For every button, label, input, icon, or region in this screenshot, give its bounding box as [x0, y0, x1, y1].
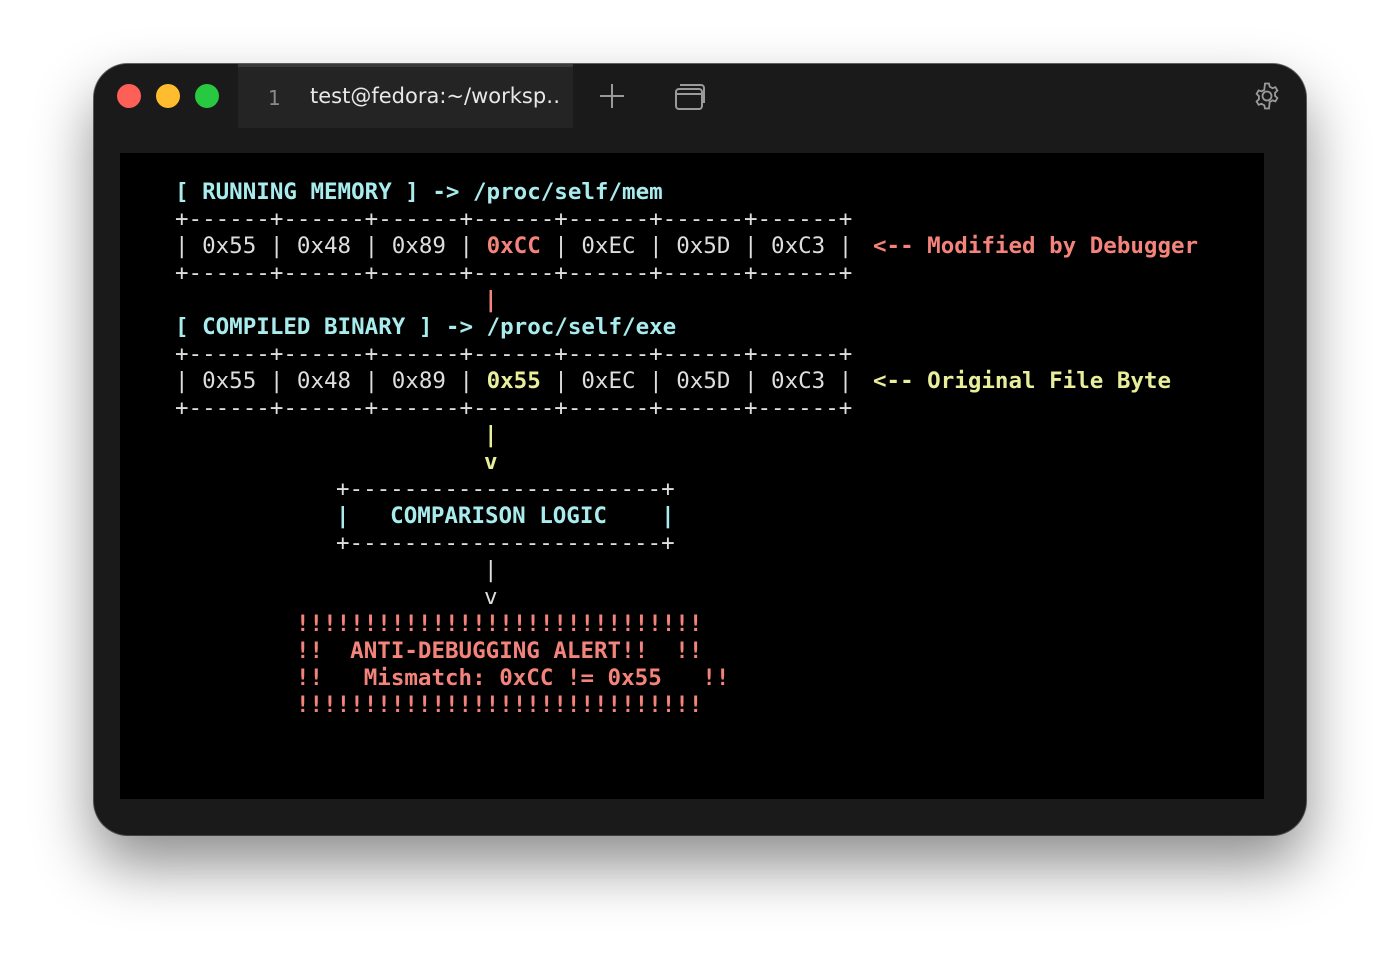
terminal-output[interactable]: [ RUNNING MEMORY ] -> /proc/self/mem +--…: [120, 153, 1264, 799]
binary-bytes-prefix: | 0x55 | 0x48 | 0x89 |: [175, 368, 487, 394]
modified-note: <-- Modified by Debugger: [873, 233, 1199, 259]
original-note: <-- Original File Byte: [873, 368, 1172, 394]
original-byte: 0x55: [486, 368, 541, 394]
logic-border-bottom: +-----------------------+: [336, 530, 675, 556]
zoom-button[interactable]: [195, 84, 219, 108]
tab-title: test@fedora:~/worksp…: [310, 84, 560, 108]
connector-pipe-yellow: |: [484, 422, 498, 448]
connector-pipe-white: |: [484, 557, 498, 583]
connector-pipe-red: |: [484, 287, 498, 313]
memory-border-bottom: +------+------+------+------+------+----…: [175, 260, 853, 286]
memory-border-top: +------+------+------+------+------+----…: [175, 206, 853, 232]
memory-heading: [ RUNNING MEMORY ] -> /proc/self/mem: [175, 179, 663, 205]
connector-arrow-yellow: v: [484, 449, 498, 475]
binary-bytes-row: | 0x55 | 0x48 | 0x89 | 0x55 | 0xEC | 0x5…: [175, 368, 852, 395]
connector-arrow-white: v: [484, 584, 498, 610]
logic-border-top: +-----------------------+: [336, 476, 675, 502]
binary-bytes-suffix: | 0xEC | 0x5D | 0xC3 |: [540, 368, 853, 394]
title-bar: 1 test@fedora:~/worksp…: [94, 64, 1306, 128]
alert-line-3: !! Mismatch: 0xCC != 0x55 !!: [296, 665, 730, 691]
gear-icon[interactable]: [1252, 81, 1282, 111]
memory-bytes-prefix: | 0x55 | 0x48 | 0x89 |: [175, 233, 487, 259]
tab-overview-icon[interactable]: [674, 81, 706, 111]
plus-icon[interactable]: [598, 82, 626, 110]
logic-label: | COMPARISON LOGIC |: [336, 503, 675, 529]
binary-heading: [ COMPILED BINARY ] -> /proc/self/exe: [175, 314, 677, 340]
tab-index: 1: [268, 86, 281, 110]
close-button[interactable]: [117, 84, 141, 108]
minimize-button[interactable]: [156, 84, 180, 108]
memory-bytes-suffix: | 0xEC | 0x5D | 0xC3 |: [540, 233, 853, 259]
alert-line-2: !! ANTI-DEBUGGING ALERT!! !!: [296, 638, 703, 664]
alert-line-1: !!!!!!!!!!!!!!!!!!!!!!!!!!!!!!: [296, 611, 703, 637]
terminal-window: 1 test@fedora:~/worksp… [RUNNING MEMORY…: [94, 64, 1306, 835]
alert-line-4: !!!!!!!!!!!!!!!!!!!!!!!!!!!!!!: [296, 692, 703, 718]
modified-byte: 0xCC: [486, 233, 541, 259]
tab-terminal-1[interactable]: 1 test@fedora:~/worksp…: [238, 64, 573, 128]
binary-border-top: +------+------+------+------+------+----…: [175, 341, 853, 367]
binary-border-bottom: +------+------+------+------+------+----…: [175, 395, 853, 421]
memory-bytes-row: | 0x55 | 0x48 | 0x89 | 0xCC | 0xEC | 0x5…: [175, 233, 852, 260]
